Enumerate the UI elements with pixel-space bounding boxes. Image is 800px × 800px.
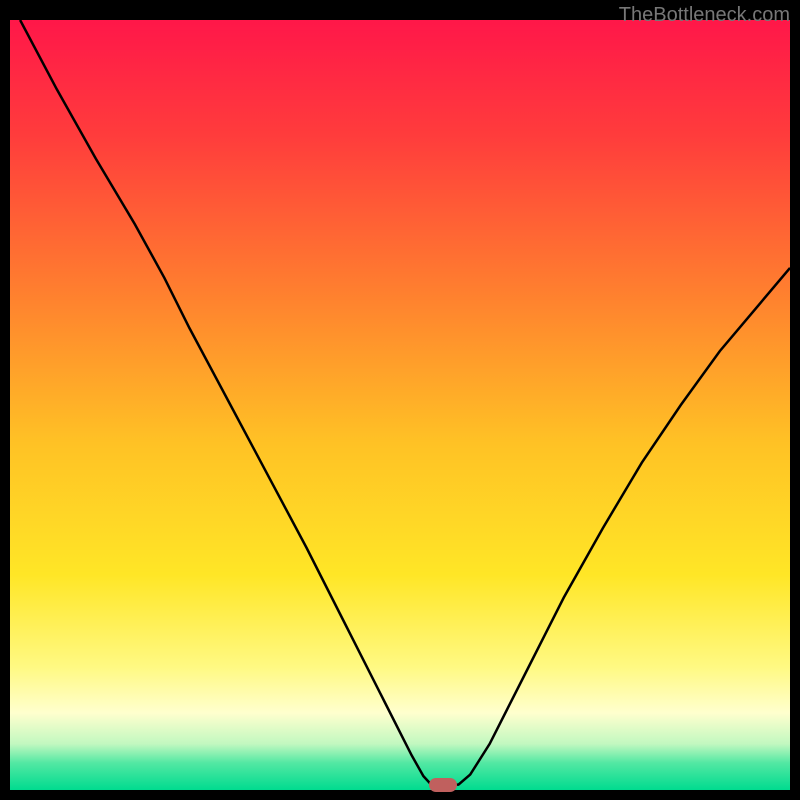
chart-root: TheBottleneck.com (0, 0, 800, 800)
plot-background (10, 20, 790, 790)
highlight-marker (429, 778, 457, 792)
watermark-text: TheBottleneck.com (619, 4, 790, 27)
plot-svg (10, 20, 790, 790)
